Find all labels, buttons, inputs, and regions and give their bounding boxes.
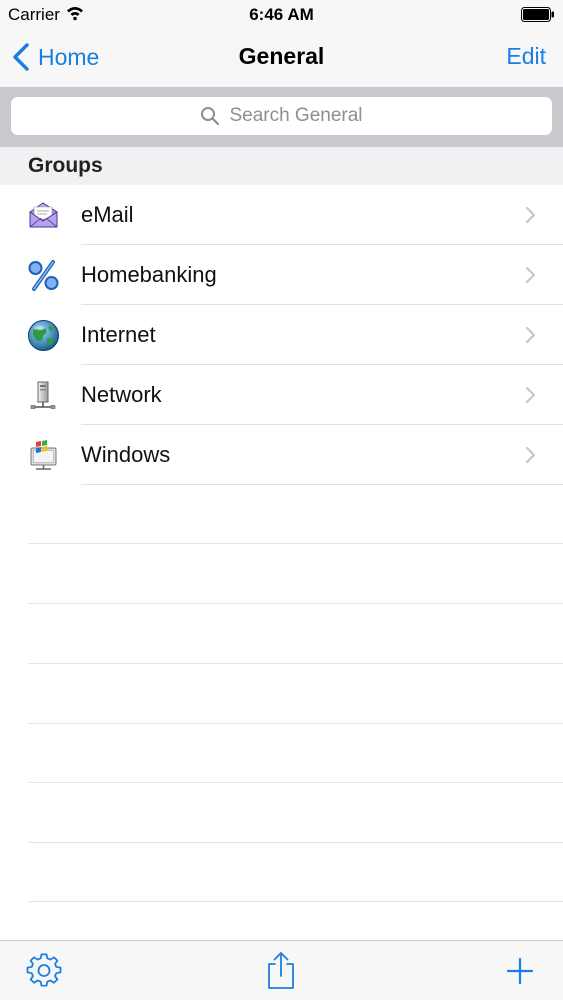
status-bar: Carrier 6:46 AM — [0, 0, 563, 30]
windows-computer-icon — [30, 440, 57, 470]
list-item-label: Internet — [81, 322, 156, 347]
battery-icon — [521, 7, 554, 22]
search-input[interactable]: Search General — [11, 97, 552, 135]
list-item-label: Homebanking — [81, 262, 217, 287]
bottom-toolbar — [0, 940, 563, 1000]
chevron-right-icon — [525, 326, 536, 344]
settings-button[interactable] — [26, 953, 62, 989]
share-button[interactable] — [263, 950, 299, 989]
email-envelope-icon — [29, 202, 58, 228]
row-separator — [81, 484, 563, 485]
search-placeholder: Search General — [229, 105, 363, 126]
list-item-label: Windows — [81, 442, 171, 467]
globe-icon — [28, 320, 59, 351]
top-chrome: Carrier 6:46 AM Home General Edit — [0, 0, 563, 87]
list-item-network[interactable]: Network — [0, 365, 563, 425]
list-item-windows[interactable]: Windows — [0, 425, 563, 485]
empty-row-separator — [28, 782, 563, 783]
percent-icon — [28, 260, 59, 291]
edit-button[interactable]: Edit — [506, 43, 546, 70]
section-header: Groups — [0, 147, 563, 185]
chevron-right-icon — [525, 266, 536, 284]
network-computer-icon — [30, 381, 56, 409]
empty-row-separator — [28, 663, 563, 664]
empty-row-separator — [28, 603, 563, 604]
empty-row-separator — [28, 901, 563, 902]
chevron-right-icon — [525, 446, 536, 464]
list-item-homebanking[interactable]: Homebanking — [0, 245, 563, 305]
list-item-label: eMail — [81, 202, 134, 227]
search-bar: Search General — [0, 87, 563, 147]
back-button[interactable]: Home — [12, 40, 99, 74]
list-item-label: Network — [81, 382, 162, 407]
back-button-label: Home — [38, 43, 100, 70]
share-icon — [268, 952, 294, 989]
gear-icon — [26, 953, 62, 987]
empty-row-separator — [28, 723, 563, 724]
navigation-bar: Home General Edit — [0, 30, 563, 87]
chevron-left-icon — [13, 43, 29, 71]
empty-row-separator — [28, 842, 563, 843]
group-list: eMail Homebanking Internet Network Windo… — [0, 185, 563, 485]
list-item-internet[interactable]: Internet — [0, 305, 563, 365]
chevron-right-icon — [525, 386, 536, 404]
search-icon — [201, 107, 220, 126]
status-time: 6:46 AM — [249, 5, 314, 24]
empty-row-separator — [28, 543, 563, 544]
add-button[interactable] — [502, 953, 538, 989]
section-title: Groups — [28, 154, 103, 177]
plus-icon — [506, 957, 534, 985]
list-item-email[interactable]: eMail — [0, 185, 563, 245]
chevron-right-icon — [525, 206, 536, 224]
